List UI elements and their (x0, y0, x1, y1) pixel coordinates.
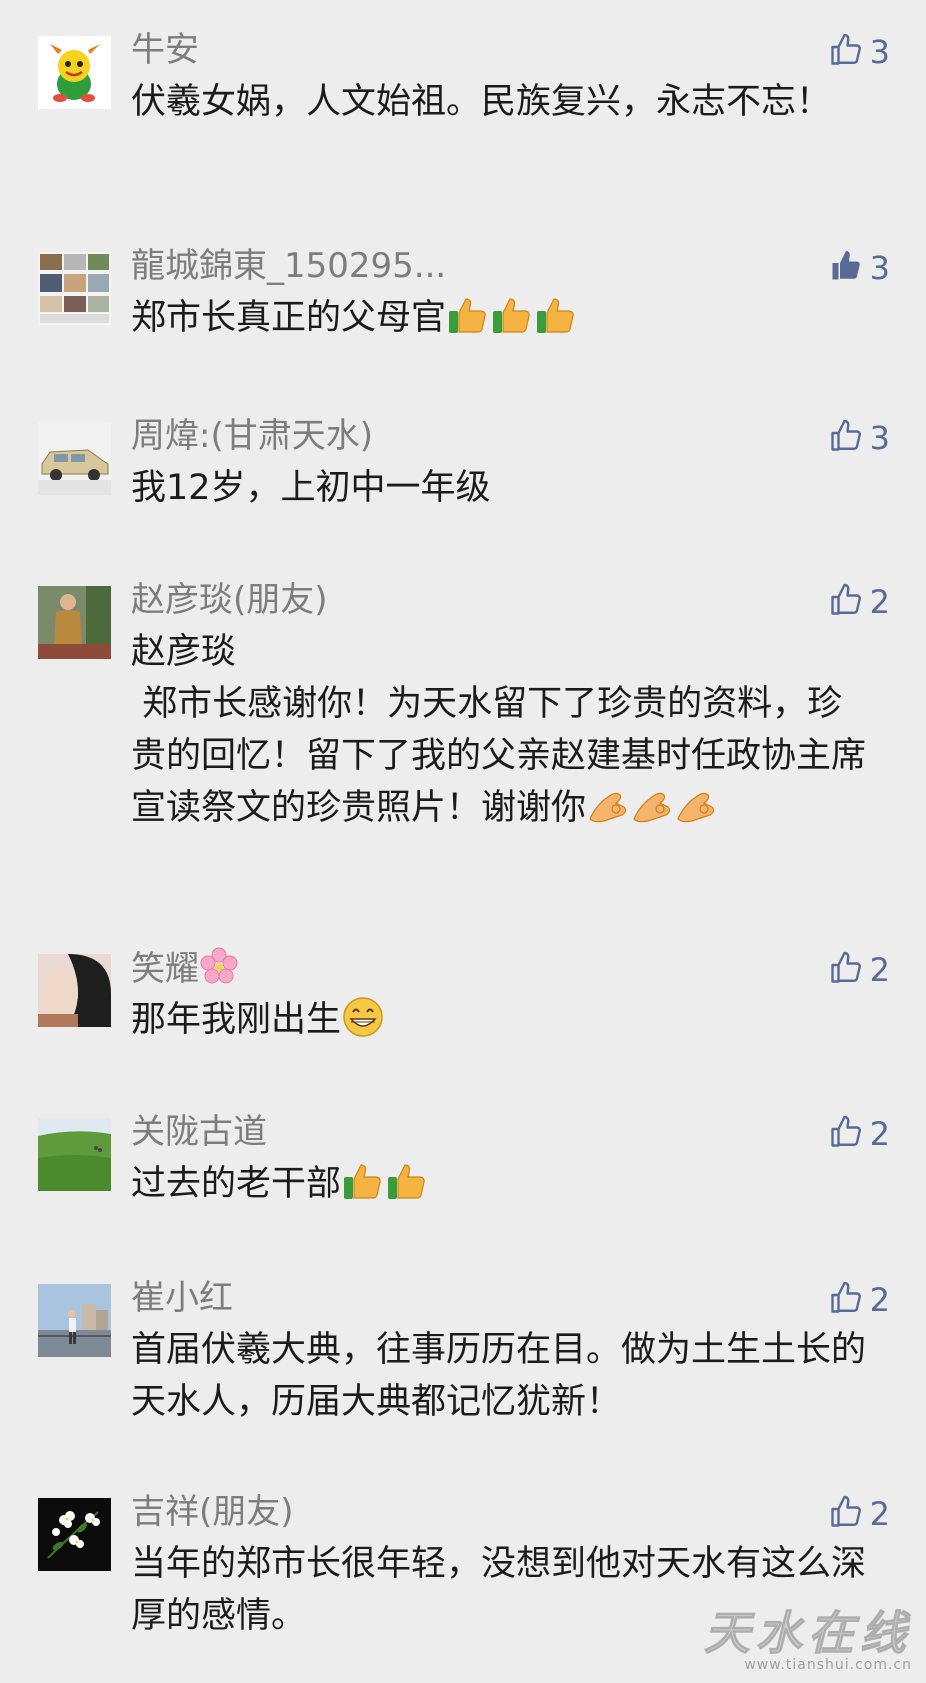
ok-hand-emoji-icon (586, 783, 630, 827)
thumbs-up-outline-icon (828, 1280, 864, 1320)
thumbs-up-outline-icon (828, 32, 864, 72)
cherry-blossom-emoji-icon (199, 946, 239, 986)
like-button[interactable]: 3 (828, 416, 890, 460)
thumbs-up-outline-icon (828, 582, 864, 622)
avatar[interactable] (38, 954, 111, 1027)
avatar[interactable] (38, 252, 111, 325)
thumbs-up-filled-icon (828, 248, 864, 288)
watermark: 天水在线 www.tianshui.com.cn (704, 1597, 912, 1674)
comments-page: 牛安 3 伏羲女娲，人文始祖。民族复兴，永志不忘！ 龍城錦東_150295...… (0, 0, 926, 1683)
comment-text-content: 赵彦琰 郑市长感谢你！为天水留下了珍贵的资料，珍贵的回忆！留下了我的父亲赵建基时… (131, 632, 867, 828)
thumbs-up-outline-icon (828, 1494, 864, 1534)
like-count: 3 (869, 249, 890, 287)
comment-author-text: 笑耀 (131, 949, 199, 989)
like-button[interactable]: 2 (828, 1112, 890, 1156)
thumbs-up-outline-icon (828, 418, 864, 458)
avatar[interactable] (38, 1118, 111, 1191)
comment-author[interactable]: 牛安 (131, 28, 199, 72)
like-count: 2 (869, 1495, 890, 1533)
comment-text-content: 过去的老干部 (131, 1164, 342, 1204)
comment-text: 赵彦琰 郑市长感谢你！为天水留下了珍贵的资料，珍贵的回忆！留下了我的父亲赵建基时… (131, 626, 866, 834)
comment-author[interactable]: 龍城錦東_150295... (131, 244, 446, 288)
like-button[interactable]: 3 (828, 246, 890, 290)
avatar[interactable] (38, 1498, 111, 1571)
like-count: 2 (869, 583, 890, 621)
like-button[interactable]: 2 (828, 1492, 890, 1536)
ok-hand-emoji-icon (630, 783, 674, 827)
like-count: 2 (869, 1281, 890, 1319)
avatar[interactable] (38, 422, 111, 495)
comment-text-content: 郑市长真正的父母官 (131, 298, 447, 338)
ok-hand-emoji-icon (674, 783, 718, 827)
thumbs-up-emoji-icon (341, 1159, 385, 1203)
thumbs-up-emoji-icon (490, 293, 534, 337)
comment-author[interactable]: 笑耀 (131, 946, 239, 991)
like-button[interactable]: 2 (828, 1278, 890, 1322)
comment-author[interactable]: 周煒:(甘肃天水) (131, 414, 373, 458)
watermark-logo: 天水在线 (704, 1606, 912, 1661)
comment-author[interactable]: 崔小红 (131, 1276, 233, 1320)
comment-text: 过去的老干部 (131, 1158, 871, 1210)
like-count: 2 (869, 1115, 890, 1153)
thumbs-up-emoji-icon (385, 1159, 429, 1203)
comment-author[interactable]: 吉祥(朋友) (131, 1490, 294, 1534)
comment-text: 那年我刚出生 (131, 994, 871, 1046)
like-count: 3 (869, 33, 890, 71)
comment-text: 伏羲女娲，人文始祖。民族复兴，永志不忘！ (131, 82, 832, 122)
like-button[interactable]: 2 (828, 948, 890, 992)
comment-text: 我12岁，上初中一年级 (131, 468, 491, 508)
thumbs-up-emoji-icon (534, 293, 578, 337)
avatar[interactable] (38, 1284, 111, 1357)
like-button[interactable]: 3 (828, 30, 890, 74)
avatar[interactable] (38, 586, 111, 659)
comment-author[interactable]: 赵彦琰(朋友) (131, 578, 328, 622)
thumbs-up-outline-icon (828, 950, 864, 990)
avatar[interactable] (38, 36, 111, 109)
thumbs-up-outline-icon (828, 1114, 864, 1154)
like-count: 2 (869, 951, 890, 989)
comment-author[interactable]: 关陇古道 (131, 1110, 267, 1154)
comment-text-content: 那年我刚出生 (131, 1000, 342, 1040)
thumbs-up-emoji-icon (446, 293, 490, 337)
like-count: 3 (869, 419, 890, 457)
comment-text: 首届伏羲大典，往事历历在目。做为土生土长的天水人，历届大典都记忆犹新！ (131, 1330, 867, 1422)
comment-text: 郑市长真正的父母官 (131, 292, 871, 344)
like-button[interactable]: 2 (828, 580, 890, 624)
grinning-face-emoji-icon (341, 995, 385, 1039)
